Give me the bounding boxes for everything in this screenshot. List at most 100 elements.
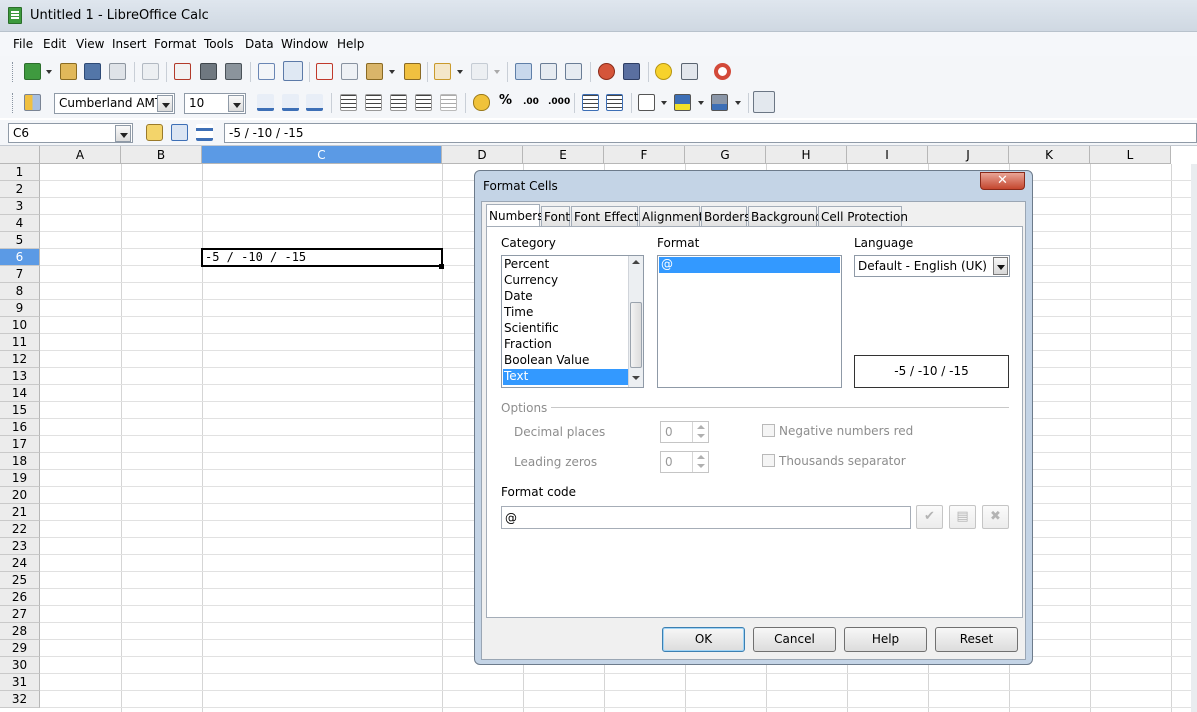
edit-comment-icon[interactable]: ▤ <box>949 505 976 529</box>
formula-input[interactable]: -5 / -10 / -15 <box>224 123 1197 143</box>
cancel-button[interactable]: Cancel <box>753 627 836 652</box>
row-header-4[interactable]: 4 <box>0 215 40 232</box>
column-header-l[interactable]: L <box>1090 146 1171 164</box>
chevron-down-icon[interactable] <box>157 95 173 112</box>
ok-button[interactable]: OK <box>662 627 745 652</box>
row-header-25[interactable]: 25 <box>0 572 40 589</box>
align-center-icon[interactable] <box>365 94 382 111</box>
help-lifebuoy-icon[interactable] <box>714 63 731 80</box>
menu-view[interactable]: View <box>76 37 104 51</box>
justify-icon[interactable] <box>415 94 432 111</box>
format-code-input[interactable]: @ <box>501 506 911 529</box>
hyperlink-icon[interactable] <box>515 63 532 80</box>
row-header-10[interactable]: 10 <box>0 317 40 334</box>
category-percent[interactable]: Percent <box>503 257 629 273</box>
open-folder-icon[interactable] <box>60 63 77 80</box>
decimal-places-spinner[interactable]: 0 <box>660 421 709 443</box>
cell-c6[interactable]: -5 / -10 / -15 <box>201 248 443 267</box>
underline-icon[interactable] <box>306 94 323 111</box>
font-name-combo[interactable]: Cumberland AMT;( <box>54 93 175 114</box>
format-list[interactable]: @ <box>657 255 842 388</box>
align-right-icon[interactable] <box>390 94 407 111</box>
scroll-up-icon[interactable] <box>632 260 640 264</box>
background-color-icon[interactable] <box>674 94 691 111</box>
edit-file-icon[interactable] <box>142 63 159 80</box>
redo-icon[interactable] <box>471 63 488 80</box>
decrease-indent-icon[interactable] <box>582 94 599 111</box>
export-pdf-icon[interactable] <box>174 63 191 80</box>
checkmark-icon[interactable]: ✔ <box>916 505 943 529</box>
menu-format[interactable]: Format <box>154 37 196 51</box>
row-header-3[interactable]: 3 <box>0 198 40 215</box>
menu-file[interactable]: File <box>13 37 33 51</box>
reset-button[interactable]: Reset <box>935 627 1018 652</box>
row-header-14[interactable]: 14 <box>0 385 40 402</box>
tab-font-effects[interactable]: Font Effects <box>571 206 645 226</box>
row-header-29[interactable]: 29 <box>0 640 40 657</box>
vertical-scrollbar[interactable] <box>1191 164 1197 712</box>
row-header-32[interactable]: 32 <box>0 691 40 708</box>
category-time[interactable]: Time <box>503 305 629 321</box>
column-header-j[interactable]: J <box>928 146 1009 164</box>
row-header-27[interactable]: 27 <box>0 606 40 623</box>
menu-window[interactable]: Window <box>281 37 328 51</box>
borders-dropdown-arrow[interactable] <box>661 101 667 105</box>
chevron-down-icon[interactable] <box>115 125 131 142</box>
column-header-b[interactable]: B <box>121 146 202 164</box>
negative-red-checkbox[interactable] <box>762 424 775 437</box>
clone-formatting-icon[interactable] <box>404 63 421 80</box>
row-header-11[interactable]: 11 <box>0 334 40 351</box>
function-wizard-icon[interactable] <box>146 124 163 141</box>
tab-borders[interactable]: Borders <box>701 206 750 226</box>
row-header-20[interactable]: 20 <box>0 487 40 504</box>
borders-icon[interactable] <box>638 94 655 111</box>
row-header-21[interactable]: 21 <box>0 504 40 521</box>
category-fraction[interactable]: Fraction <box>503 337 629 353</box>
menu-data[interactable]: Data <box>245 37 274 51</box>
currency-format-icon[interactable] <box>473 94 490 111</box>
category-text[interactable]: Text <box>503 369 629 385</box>
align-left-icon[interactable] <box>340 94 357 111</box>
row-header-9[interactable]: 9 <box>0 300 40 317</box>
category-list[interactable]: Percent Currency Date Time Scientific Fr… <box>501 255 644 388</box>
print-preview-icon[interactable] <box>225 63 242 80</box>
autospellcheck-icon[interactable] <box>283 61 303 81</box>
category-date[interactable]: Date <box>503 289 629 305</box>
row-header-2[interactable]: 2 <box>0 181 40 198</box>
category-scrollbar[interactable] <box>628 256 643 387</box>
row-header-28[interactable]: 28 <box>0 623 40 640</box>
add-decimal-icon[interactable]: .00 <box>523 97 539 107</box>
navigator-icon[interactable] <box>655 63 672 80</box>
row-header-24[interactable]: 24 <box>0 555 40 572</box>
column-header-d[interactable]: D <box>442 146 523 164</box>
tab-cell-protection[interactable]: Cell Protection <box>818 206 908 226</box>
tab-background[interactable]: Background <box>748 206 823 226</box>
gallery-icon[interactable] <box>681 63 698 80</box>
row-header-18[interactable]: 18 <box>0 453 40 470</box>
scrollbar-thumb[interactable] <box>630 302 642 368</box>
thousands-separator-checkbox[interactable] <box>762 454 775 467</box>
font-color-dropdown-arrow[interactable] <box>735 101 741 105</box>
new-dropdown-arrow[interactable] <box>46 70 52 74</box>
font-color-icon[interactable] <box>711 94 728 111</box>
leading-zeros-spinner[interactable]: 0 <box>660 451 709 473</box>
new-document-icon[interactable] <box>24 63 41 80</box>
format-item-text[interactable]: @ <box>659 257 840 273</box>
column-header-g[interactable]: G <box>685 146 766 164</box>
language-select[interactable]: Default - English (UK) <box>854 255 1010 277</box>
row-header-16[interactable]: 16 <box>0 419 40 436</box>
menu-help[interactable]: Help <box>337 37 364 51</box>
tab-numbers[interactable]: Numbers <box>486 204 543 227</box>
tab-font[interactable]: Font <box>541 206 570 226</box>
spinner-arrows-icon[interactable] <box>692 452 708 472</box>
chevron-down-icon[interactable] <box>228 95 244 112</box>
row-header-17[interactable]: 17 <box>0 436 40 453</box>
autofill-handle[interactable] <box>439 264 444 269</box>
row-header-31[interactable]: 31 <box>0 674 40 691</box>
pivot-table-icon[interactable] <box>623 63 640 80</box>
percent-format-icon[interactable]: % <box>499 93 512 108</box>
row-header-26[interactable]: 26 <box>0 589 40 606</box>
spellcheck-icon[interactable] <box>258 63 275 80</box>
row-header-30[interactable]: 30 <box>0 657 40 674</box>
save-icon[interactable] <box>84 63 101 80</box>
